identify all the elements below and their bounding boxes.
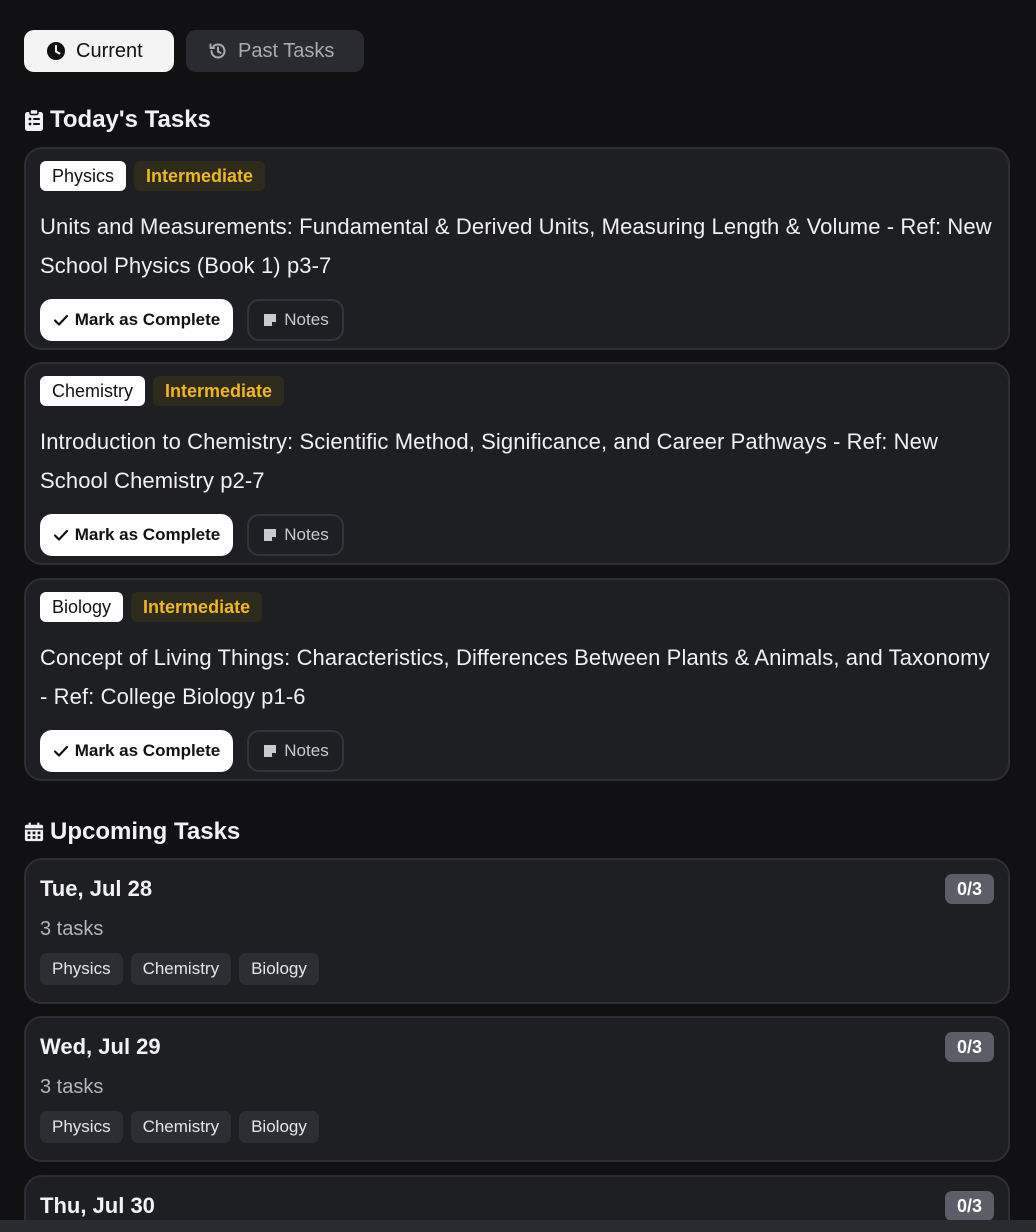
task-actions: Mark as Complete Notes <box>40 514 994 556</box>
mark-complete-label: Mark as Complete <box>74 310 221 329</box>
task-tags: Biology Intermediate <box>40 592 994 622</box>
task-description: Units and Measurements: Fundamental & De… <box>40 214 992 278</box>
upcoming-day-header: Thu, Jul 30 0/3 <box>40 1191 994 1221</box>
upcoming-date: Wed, Jul 29 <box>40 1034 161 1059</box>
mark-complete-button[interactable]: Mark as Complete <box>40 514 233 556</box>
level-tag: Intermediate <box>134 161 266 191</box>
subject-tag: Chemistry <box>40 376 146 406</box>
notes-button[interactable]: Notes <box>247 514 344 556</box>
check-icon <box>53 314 68 326</box>
upcoming-day-card[interactable]: Tue, Jul 28 0/3 3 tasks Physics Chemistr… <box>24 858 1010 1004</box>
task-card-biology: Biology Intermediate Concept of Living T… <box>24 578 1010 781</box>
task-tags: Physics Intermediate <box>40 161 994 191</box>
level-tag: Intermediate <box>131 592 263 622</box>
task-card-chemistry: Chemistry Intermediate Introduction to C… <box>24 362 1010 565</box>
completion-count-badge: 0/3 <box>944 1191 994 1221</box>
task-actions: Mark as Complete Notes <box>40 730 994 772</box>
subject-chip: Chemistry <box>130 953 232 985</box>
view-tabs: Current Past Tasks <box>24 30 364 72</box>
upcoming-tasks-heading: Upcoming Tasks <box>24 818 240 846</box>
sticky-note-icon <box>264 745 277 757</box>
task-card-physics: Physics Intermediate Units and Measureme… <box>24 147 1010 350</box>
horizontal-scrollbar[interactable] <box>0 1220 1036 1232</box>
task-count-text: 3 tasks <box>40 918 104 940</box>
notes-label: Notes <box>284 741 329 760</box>
level-tag: Intermediate <box>153 376 285 406</box>
subject-tag: Biology <box>40 592 124 622</box>
upcoming-day-card[interactable]: Wed, Jul 29 0/3 3 tasks Physics Chemistr… <box>24 1016 1010 1162</box>
todays-tasks-title: Today's Tasks <box>50 106 211 133</box>
upcoming-date: Thu, Jul 30 <box>40 1193 155 1218</box>
tab-past-tasks-label: Past Tasks <box>238 39 335 62</box>
calendar-icon <box>24 822 44 842</box>
history-icon <box>209 43 226 59</box>
mark-complete-button[interactable]: Mark as Complete <box>40 730 233 772</box>
task-count-text: 3 tasks <box>40 1076 104 1098</box>
upcoming-day-header: Tue, Jul 28 0/3 <box>40 874 994 904</box>
clock-icon <box>47 42 65 60</box>
completion-count-badge: 0/3 <box>944 1032 994 1062</box>
upcoming-date: Tue, Jul 28 <box>40 876 153 901</box>
study-planner-page: Current Past Tasks Today's Tasks Physics… <box>0 0 1036 1232</box>
notes-button[interactable]: Notes <box>247 299 344 341</box>
notes-label: Notes <box>284 525 329 544</box>
notes-button[interactable]: Notes <box>247 730 344 772</box>
notes-label: Notes <box>284 310 329 329</box>
subject-chip: Biology <box>239 1111 319 1143</box>
mark-complete-label: Mark as Complete <box>74 741 221 760</box>
task-description: Concept of Living Things: Characteristic… <box>40 645 990 709</box>
task-actions: Mark as Complete Notes <box>40 299 994 341</box>
check-icon <box>53 529 68 541</box>
mark-complete-button[interactable]: Mark as Complete <box>40 299 233 341</box>
upcoming-tasks-title: Upcoming Tasks <box>50 818 241 845</box>
subject-chip: Chemistry <box>130 1111 232 1143</box>
mark-complete-label: Mark as Complete <box>74 525 221 544</box>
subject-chip: Biology <box>239 953 319 985</box>
subject-tag: Physics <box>40 161 127 191</box>
clipboard-list-icon <box>25 109 43 131</box>
subject-chip: Physics <box>40 1111 123 1143</box>
todays-tasks-heading: Today's Tasks <box>24 106 211 134</box>
subject-chip: Physics <box>40 953 123 985</box>
task-tags: Chemistry Intermediate <box>40 376 994 406</box>
tab-past-tasks[interactable]: Past Tasks <box>186 30 364 72</box>
upcoming-subject-tags: Physics Chemistry Biology <box>40 953 994 985</box>
task-description: Introduction to Chemistry: Scientific Me… <box>40 429 938 493</box>
sticky-note-icon <box>264 529 277 541</box>
tab-current[interactable]: Current <box>24 30 174 72</box>
completion-count-badge: 0/3 <box>944 874 994 904</box>
check-icon <box>53 745 68 757</box>
upcoming-day-header: Wed, Jul 29 0/3 <box>40 1032 994 1062</box>
sticky-note-icon <box>264 314 277 326</box>
tab-current-label: Current <box>76 39 143 62</box>
upcoming-subject-tags: Physics Chemistry Biology <box>40 1111 994 1143</box>
